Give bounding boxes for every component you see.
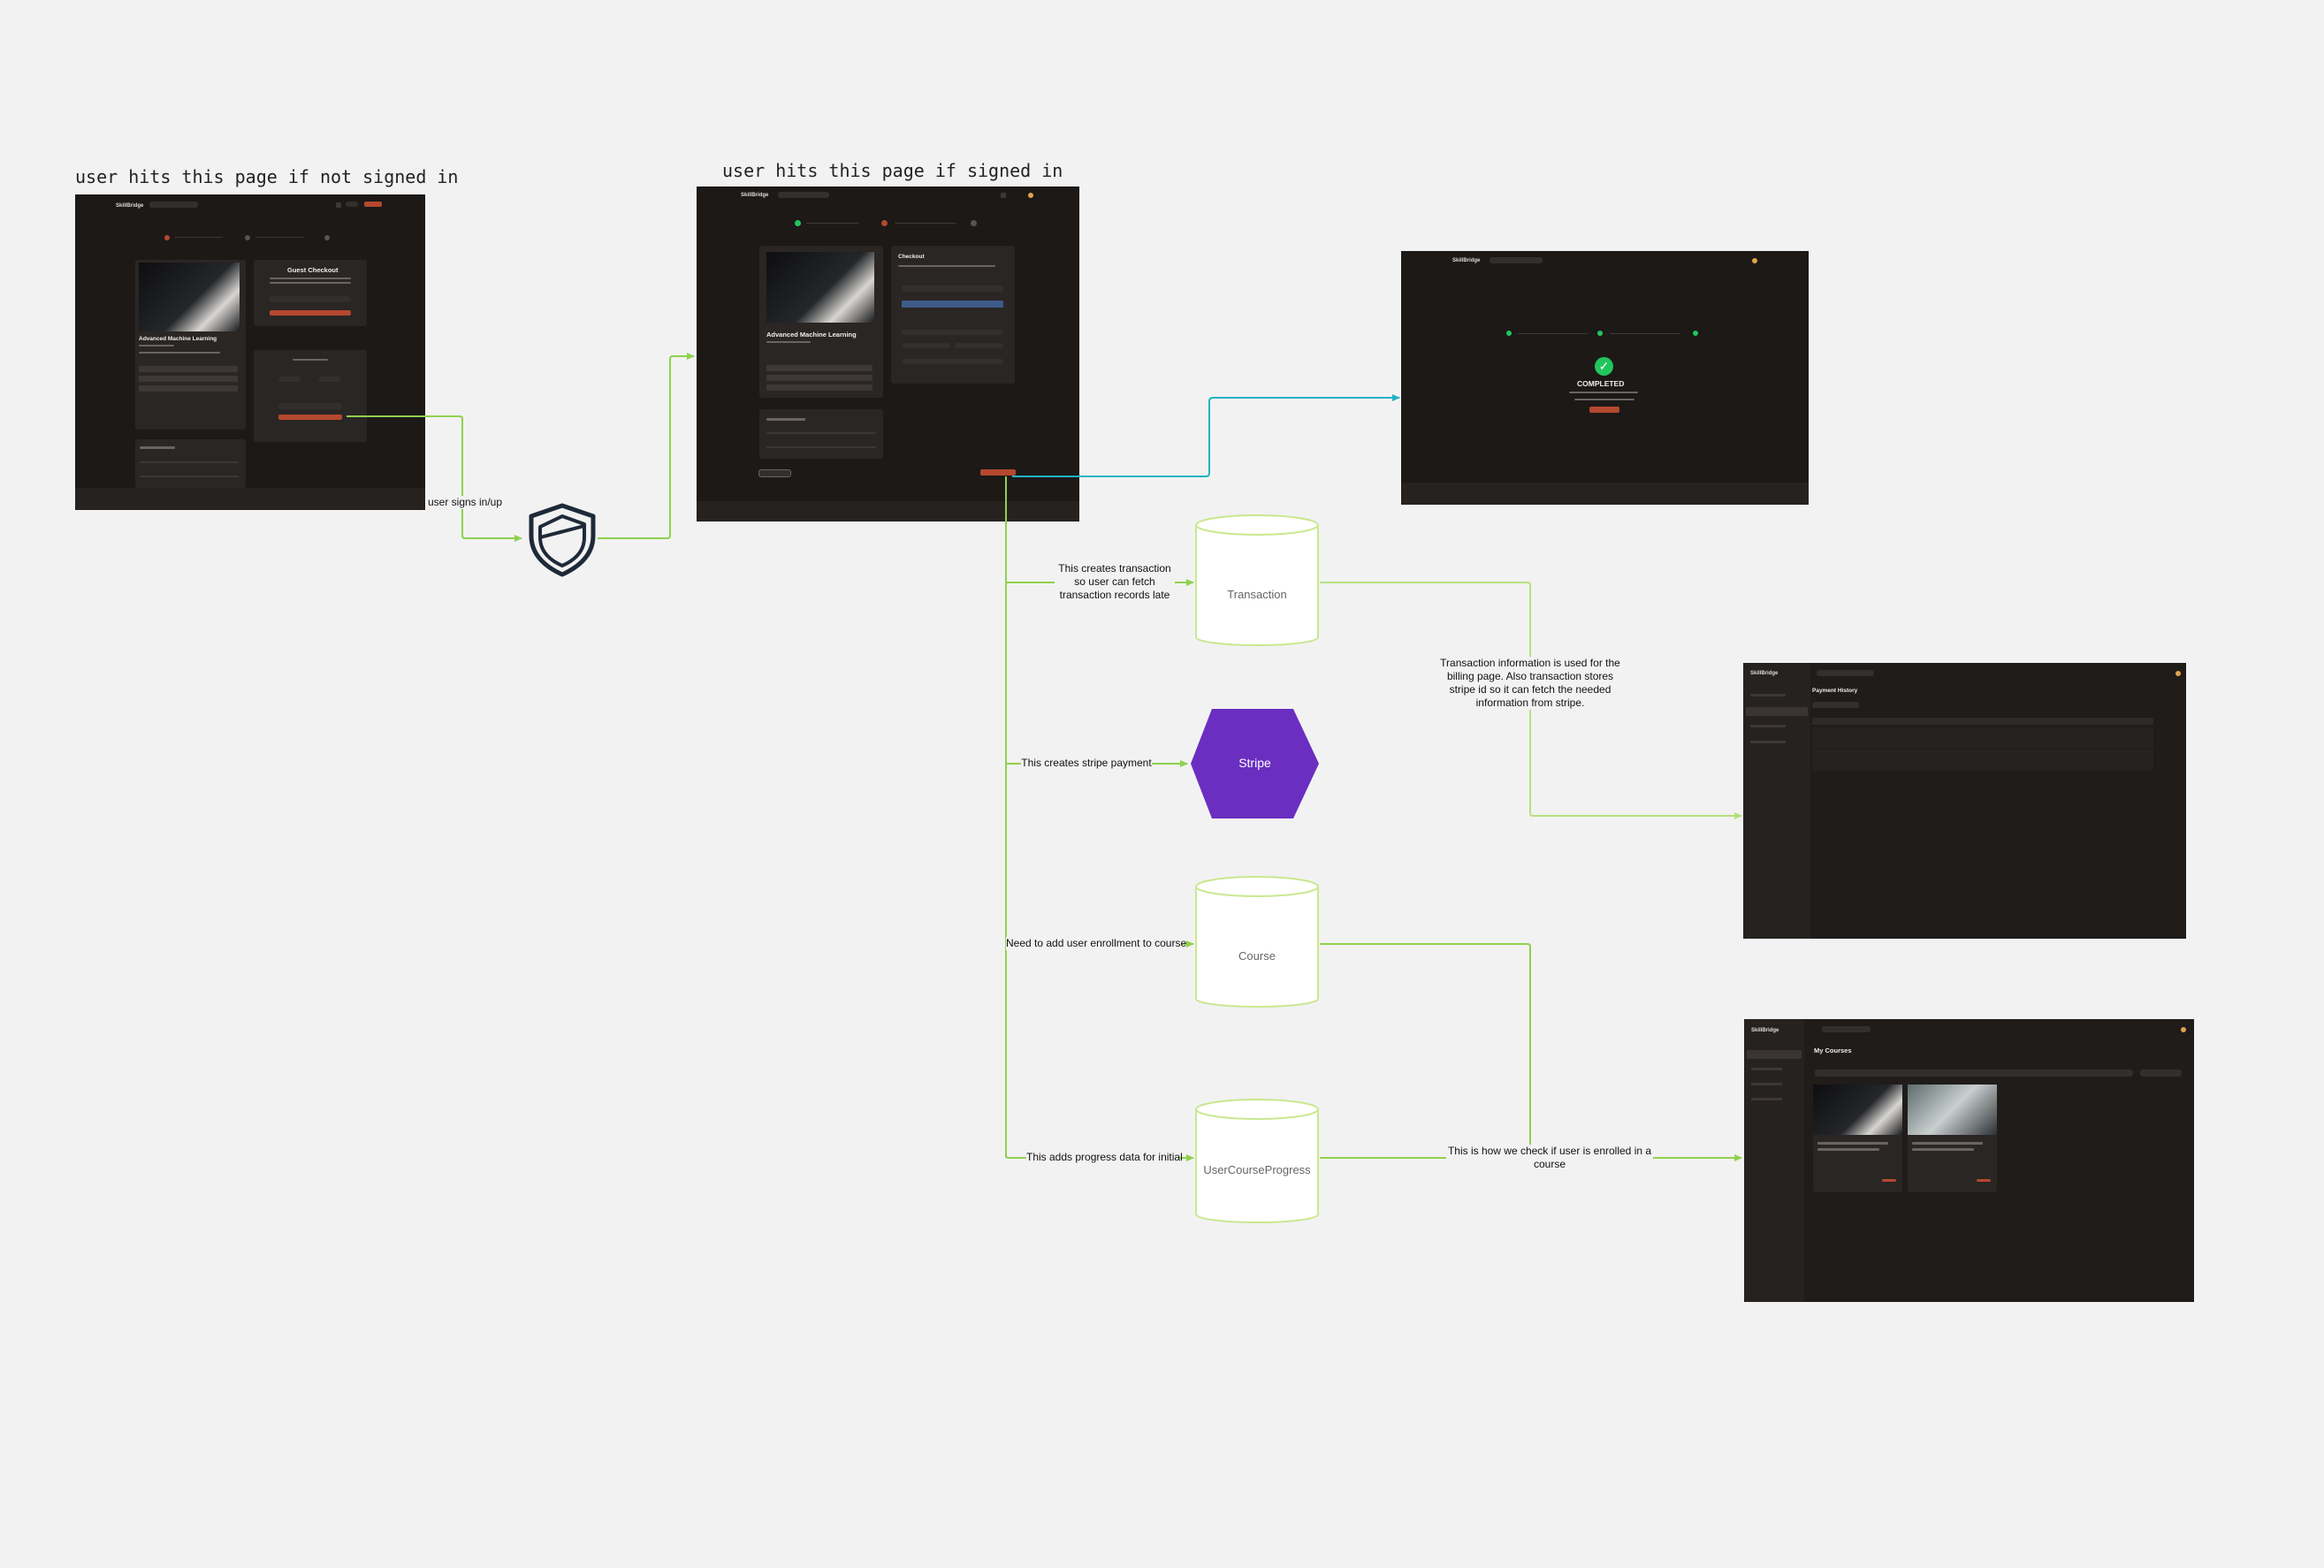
- user-course-progress-label: UserCourseProgress: [1203, 1163, 1311, 1176]
- edge-auth-to-checkout: [598, 353, 695, 539]
- flow-connectors: [347, 353, 1742, 1223]
- edge-guest-to-auth: [347, 415, 522, 542]
- edge-label-adds-progress: This adds progress data for initial: [1026, 1151, 1183, 1164]
- edge-label-creates-stripe: This creates stripe payment: [1021, 757, 1152, 770]
- stripe-label: Stripe: [1238, 756, 1271, 770]
- course-label: Course: [1238, 949, 1276, 963]
- course-cylinder: [1195, 876, 1319, 1008]
- edge-label-creates-transaction: This creates transaction so user can fet…: [1055, 562, 1175, 602]
- edge-course-to-courses: [1320, 943, 1531, 1156]
- transaction-label: Transaction: [1227, 588, 1287, 601]
- transaction-cylinder: [1195, 514, 1319, 646]
- user-course-progress-cylinder: [1195, 1099, 1319, 1223]
- edge-label-signs-in: user signs in/up: [425, 496, 505, 509]
- edge-checkout-to-completed: [1012, 394, 1400, 477]
- shield-icon: [529, 503, 596, 577]
- edge-label-transaction-info: Transaction information is used for the …: [1434, 657, 1627, 710]
- edge-label-enrolled-check: This is how we check if user is enrolled…: [1446, 1145, 1653, 1171]
- edge-label-add-enrollment: Need to add user enrollment to course: [1006, 937, 1187, 950]
